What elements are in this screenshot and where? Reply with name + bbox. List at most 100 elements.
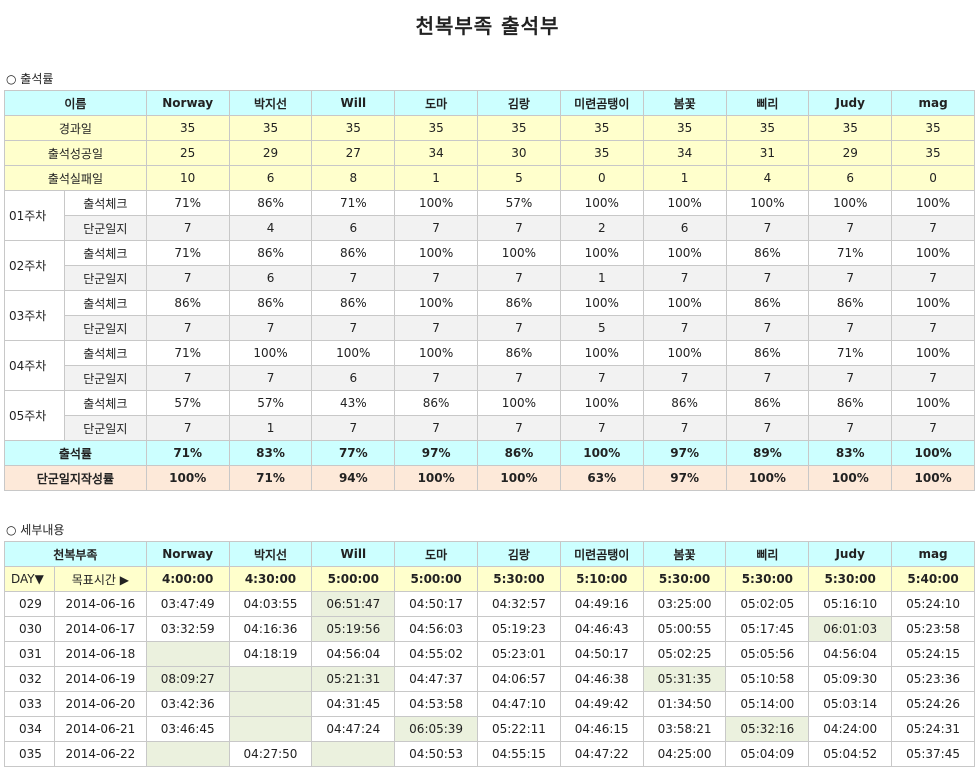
time-cell bbox=[228, 691, 313, 717]
details-header-row: 천복부족 Norway 박지선 Will 도마 김랑 미련곰탱이 봄꽃 삐리 Judy mag bbox=[4, 541, 975, 567]
diary-value: 7 bbox=[145, 215, 230, 241]
time-cell bbox=[145, 741, 230, 767]
rate-value: 83% bbox=[228, 440, 313, 466]
check-value: 43% bbox=[311, 390, 396, 416]
value-cell: 34 bbox=[642, 140, 727, 166]
goal-time: 5:40:00 bbox=[891, 566, 975, 592]
goal-time: 5:30:00 bbox=[808, 566, 893, 592]
time-cell: 01:34:50 bbox=[642, 691, 727, 717]
check-value: 57% bbox=[145, 390, 230, 416]
value-cell: 34 bbox=[394, 140, 479, 166]
member-name: 김랑 bbox=[477, 541, 561, 567]
diary-value: 7 bbox=[891, 265, 975, 291]
diary-rate-value: 94% bbox=[311, 465, 396, 491]
detail-row: 030 2014-06-17 03:32:59 04:16:36 05:19:56 04:… bbox=[4, 616, 975, 642]
member-name: Norway bbox=[145, 90, 230, 116]
check-value: 100% bbox=[559, 390, 644, 416]
date-cell: 2014-06-19 bbox=[53, 666, 147, 692]
diary-rate-value: 100% bbox=[145, 465, 230, 491]
time-cell: 03:25:00 bbox=[642, 591, 727, 617]
check-value: 100% bbox=[642, 290, 727, 316]
check-value: 100% bbox=[394, 240, 479, 266]
member-name: Judy bbox=[808, 541, 893, 567]
summary-row: 경과일 35 35 35 35 35 35 35 35 35 35 bbox=[4, 115, 975, 141]
time-cell: 04:47:24 bbox=[311, 716, 396, 742]
value-cell: 6 bbox=[808, 165, 893, 191]
time-cell: 04:47:37 bbox=[394, 666, 479, 692]
week-diary-row: 단군일지 7 1 7 7 7 7 7 7 7 7 bbox=[5, 415, 975, 441]
goal-time: 4:30:00 bbox=[228, 566, 313, 592]
row-label: 출석성공일 bbox=[4, 140, 147, 166]
day-number: 035 bbox=[4, 741, 55, 767]
time-cell: 04:46:38 bbox=[559, 666, 644, 692]
member-name: mag bbox=[891, 541, 975, 567]
day-number: 034 bbox=[4, 716, 55, 742]
time-cell: 05:37:45 bbox=[891, 741, 975, 767]
value-cell: 35 bbox=[891, 140, 975, 166]
value-cell: 1 bbox=[642, 165, 727, 191]
date-cell: 2014-06-22 bbox=[53, 741, 147, 767]
diary-value: 7 bbox=[559, 415, 644, 441]
time-cell: 04:24:00 bbox=[808, 716, 893, 742]
date-cell: 2014-06-16 bbox=[53, 591, 147, 617]
time-cell: 04:03:55 bbox=[228, 591, 313, 617]
value-cell: 6 bbox=[228, 165, 313, 191]
diary-rate-value: 100% bbox=[477, 465, 561, 491]
time-cell: 04:46:43 bbox=[559, 616, 644, 642]
value-cell: 1 bbox=[394, 165, 479, 191]
check-value: 71% bbox=[808, 240, 893, 266]
time-cell: 03:47:49 bbox=[145, 591, 230, 617]
value-cell: 35 bbox=[228, 115, 313, 141]
time-cell: 04:25:00 bbox=[642, 741, 727, 767]
value-cell: 35 bbox=[642, 115, 727, 141]
member-name: 박지선 bbox=[228, 90, 313, 116]
attendance-header-row: 이름 Norway 박지선 Will 도마 김랑 미련곰탱이 봄꽃 삐리 Judy mag bbox=[4, 90, 975, 116]
time-cell: 05:09:30 bbox=[808, 666, 893, 692]
goal-row: DAY▼ 목표시간 ▶ 4:00:00 4:30:00 5:00:00 5:00:00 5:… bbox=[4, 566, 975, 592]
member-name: 미련곰탱이 bbox=[559, 90, 644, 116]
time-cell: 05:02:25 bbox=[642, 641, 727, 667]
day-number: 033 bbox=[4, 691, 55, 717]
details-section-label: ○ 세부내용 bbox=[6, 523, 65, 537]
time-cell: 04:47:10 bbox=[477, 691, 561, 717]
time-cell: 05:05:56 bbox=[725, 641, 810, 667]
value-cell: 5 bbox=[477, 165, 561, 191]
time-cell: 04:16:36 bbox=[228, 616, 313, 642]
diary-value: 5 bbox=[559, 315, 644, 341]
check-value: 100% bbox=[394, 340, 479, 366]
diary-label: 단군일지 bbox=[63, 365, 147, 391]
time-cell: 05:23:36 bbox=[891, 666, 975, 692]
check-value: 71% bbox=[145, 240, 230, 266]
time-cell: 05:17:45 bbox=[725, 616, 810, 642]
diary-label: 단군일지 bbox=[63, 315, 147, 341]
diary-value: 7 bbox=[145, 365, 230, 391]
summary-row: 출석실패일 10 6 8 1 5 0 1 4 6 0 bbox=[4, 165, 975, 191]
time-cell: 04:55:15 bbox=[477, 741, 561, 767]
member-name: mag bbox=[891, 90, 975, 116]
value-cell: 35 bbox=[559, 115, 644, 141]
time-cell: 03:32:59 bbox=[145, 616, 230, 642]
value-cell: 35 bbox=[311, 115, 396, 141]
time-cell: 06:51:47 bbox=[311, 591, 396, 617]
check-value: 71% bbox=[808, 340, 893, 366]
time-cell: 05:24:31 bbox=[891, 716, 975, 742]
diary-value: 6 bbox=[311, 365, 396, 391]
diary-value: 7 bbox=[891, 365, 975, 391]
time-cell: 05:24:10 bbox=[891, 591, 975, 617]
check-value: 86% bbox=[642, 390, 727, 416]
value-cell: 0 bbox=[891, 165, 975, 191]
diary-value: 7 bbox=[145, 315, 230, 341]
check-value: 86% bbox=[477, 340, 561, 366]
detail-row: 029 2014-06-16 03:47:49 04:03:55 06:51:47 04:… bbox=[4, 591, 975, 617]
value-cell: 27 bbox=[311, 140, 396, 166]
time-cell: 05:16:10 bbox=[808, 591, 893, 617]
value-cell: 35 bbox=[477, 115, 561, 141]
value-cell: 29 bbox=[808, 140, 893, 166]
week-label: 01주차 bbox=[4, 190, 65, 241]
time-cell: 05:22:11 bbox=[477, 716, 561, 742]
diary-label: 단군일지 bbox=[63, 415, 147, 441]
time-cell: 04:18:19 bbox=[228, 641, 313, 667]
value-cell: 8 bbox=[311, 165, 396, 191]
check-value: 100% bbox=[642, 240, 727, 266]
diary-value: 7 bbox=[808, 265, 893, 291]
